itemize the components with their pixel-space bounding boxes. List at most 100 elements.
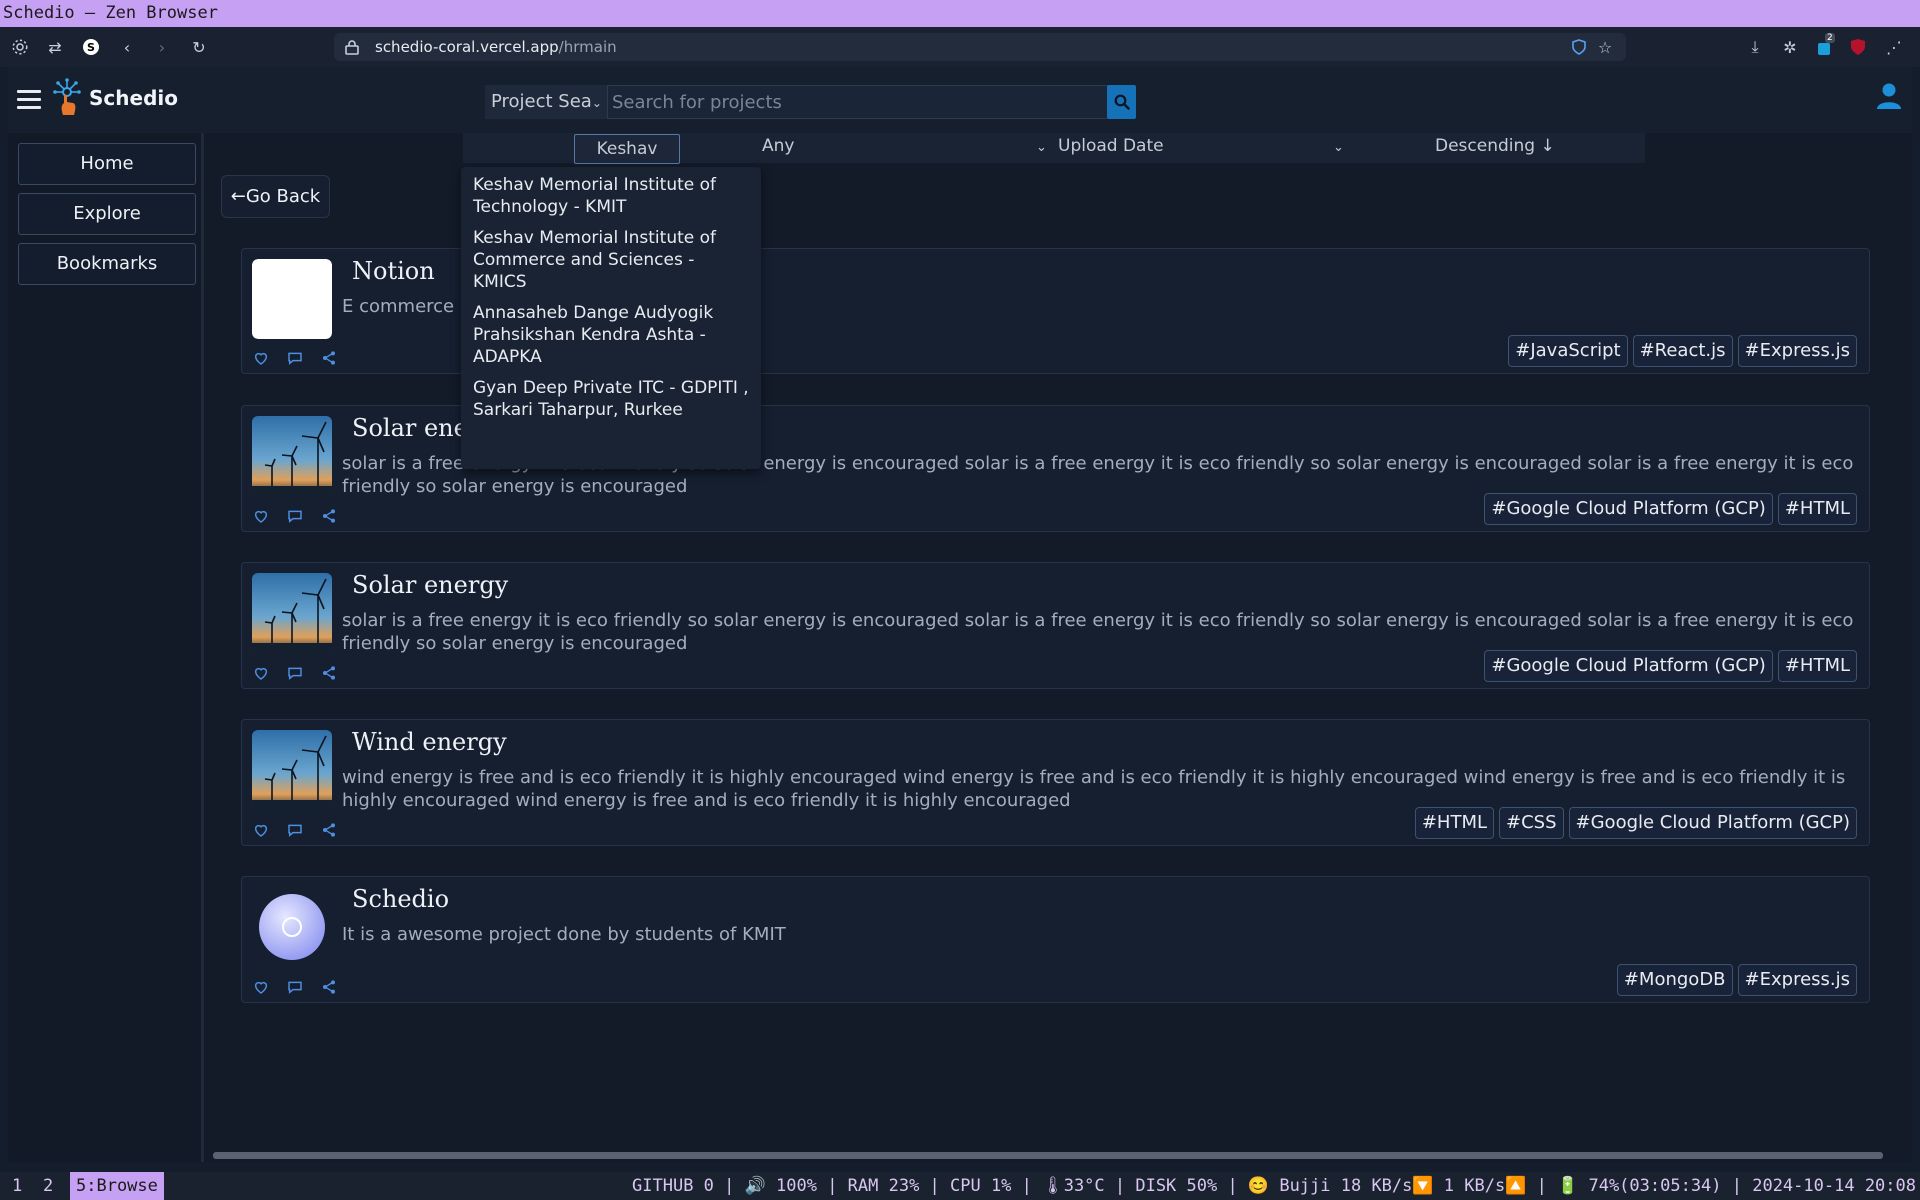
project-actions: [250, 505, 340, 527]
tag-chip[interactable]: #CSS: [1499, 807, 1564, 839]
chevron-down-icon: ⌄: [591, 96, 602, 110]
site-favicon-icon[interactable]: S: [79, 35, 103, 59]
project-title[interactable]: Notion: [352, 257, 435, 285]
sort-by-select[interactable]: Upload Date: [1058, 136, 1164, 156]
tag-chip[interactable]: #Google Cloud Platform (GCP): [1484, 493, 1773, 525]
project-thumbnail[interactable]: [252, 887, 332, 967]
url-host: schedio-coral.vercel.app: [375, 38, 559, 56]
tag-chip[interactable]: #Google Cloud Platform (GCP): [1568, 807, 1857, 839]
go-back-button[interactable]: ←Go Back: [221, 175, 330, 218]
search-scope-label: Project Sea: [491, 91, 592, 112]
project-tags: #Google Cloud Platform (GCP) #HTML: [1484, 650, 1857, 682]
system-info: GITHUB 0 | 🔊 100% | RAM 23% | CPU 1% | 🌡…: [632, 1176, 1916, 1196]
project-tags: #Google Cloud Platform (GCP) #HTML: [1484, 493, 1857, 525]
workspace-1[interactable]: 1: [6, 1172, 28, 1200]
ublock-icon[interactable]: [1846, 35, 1870, 59]
comment-icon[interactable]: [284, 976, 306, 998]
comment-icon[interactable]: [284, 819, 306, 841]
tag-chip[interactable]: #JavaScript: [1508, 335, 1628, 367]
project-card[interactable]: Schedio It is a awesome project done by s…: [241, 876, 1870, 1003]
forward-icon[interactable]: ›: [150, 35, 174, 59]
college-suggestions-dropdown: Keshav Memorial Institute of Technology …: [461, 167, 761, 469]
extensions-icon[interactable]: ✲: [1778, 35, 1802, 59]
tag-chip[interactable]: #Express.js: [1737, 964, 1857, 996]
settings-icon[interactable]: [8, 35, 32, 59]
comment-icon[interactable]: [284, 505, 306, 527]
tag-chip[interactable]: #MongoDB: [1616, 964, 1733, 996]
download-icon[interactable]: ⤓: [1743, 35, 1767, 59]
share-icon[interactable]: [318, 505, 340, 527]
suggestion-item[interactable]: Gyan Deep Private ITC - GDPITI , Sarkari…: [461, 374, 761, 427]
reload-icon[interactable]: ↻: [187, 35, 211, 59]
url-path: /hrmain: [558, 38, 617, 56]
like-icon[interactable]: [250, 819, 272, 841]
schedio-logo-icon[interactable]: [49, 77, 85, 117]
tag-chip[interactable]: #HTML: [1414, 807, 1495, 839]
project-actions: [250, 819, 340, 841]
sidebar: [8, 133, 204, 1162]
tag-chip[interactable]: #HTML: [1777, 493, 1857, 525]
search-button[interactable]: [1107, 85, 1136, 119]
share-icon[interactable]: [318, 662, 340, 684]
sidebar-item-home[interactable]: Home: [18, 143, 196, 185]
like-icon[interactable]: [250, 347, 272, 369]
project-title[interactable]: Solar energy: [352, 571, 508, 599]
project-thumbnail[interactable]: [252, 416, 332, 496]
project-description: solar is a free energy it is eco friendl…: [342, 610, 1854, 654]
comment-icon[interactable]: [284, 347, 306, 369]
project-description: It is a awesome project done by students…: [342, 924, 786, 945]
like-icon[interactable]: [250, 976, 272, 998]
user-avatar-icon[interactable]: [1876, 82, 1902, 110]
project-card[interactable]: Solar energy solar is a free energy it is…: [241, 562, 1870, 689]
college-filter-input[interactable]: Keshav: [574, 134, 680, 164]
menu-icon[interactable]: ⋰: [1882, 35, 1906, 59]
svg-text:S: S: [87, 41, 95, 54]
comment-icon[interactable]: [284, 662, 306, 684]
project-actions: [250, 662, 340, 684]
suggestion-item[interactable]: Keshav Memorial Institute of Commerce an…: [461, 224, 761, 299]
project-description: wind energy is free and is eco friendly …: [342, 767, 1846, 811]
suggestion-item[interactable]: Keshav Memorial Institute of Technology …: [461, 171, 761, 224]
sync-icon[interactable]: ⇄: [43, 35, 67, 59]
back-icon[interactable]: ‹: [115, 35, 139, 59]
project-tags: #JavaScript #React.js #Express.js: [1508, 335, 1857, 367]
project-thumbnail[interactable]: [252, 573, 332, 653]
project-actions: [250, 347, 340, 369]
share-icon[interactable]: [318, 819, 340, 841]
project-thumbnail[interactable]: [252, 730, 332, 810]
project-title[interactable]: Schedio: [352, 885, 449, 913]
domain-filter[interactable]: Any: [762, 136, 794, 156]
share-icon[interactable]: [318, 976, 340, 998]
like-icon[interactable]: [250, 505, 272, 527]
hamburger-menu-icon[interactable]: [17, 90, 41, 110]
chevron-down-icon[interactable]: ⌄: [1333, 140, 1344, 155]
horizontal-scrollbar[interactable]: [213, 1152, 1883, 1159]
like-icon[interactable]: [250, 662, 272, 684]
project-card[interactable]: Wind energy wind energy is free and is ec…: [241, 719, 1870, 846]
sidebar-item-bookmarks[interactable]: Bookmarks: [18, 243, 196, 285]
window-title: Schedio — Zen Browser: [0, 0, 1920, 27]
chevron-down-icon[interactable]: ⌄: [1036, 140, 1047, 155]
lock-icon: [340, 35, 364, 59]
sidebar-item-explore[interactable]: Explore: [18, 193, 196, 235]
sort-order-toggle[interactable]: Descending ↓: [1435, 136, 1555, 156]
share-icon[interactable]: [318, 347, 340, 369]
suggestion-item[interactable]: Annasaheb Dange Audyogik Prahsikshan Ken…: [461, 299, 761, 374]
tag-chip[interactable]: #Google Cloud Platform (GCP): [1484, 650, 1773, 682]
project-title[interactable]: Wind energy: [352, 728, 507, 756]
bookmark-star-icon[interactable]: ☆: [1593, 35, 1617, 59]
search-scope-select[interactable]: Project Sea⌄: [485, 85, 608, 119]
tag-chip[interactable]: #HTML: [1777, 650, 1857, 682]
tag-chip[interactable]: #Express.js: [1737, 335, 1857, 367]
system-statusbar: 1 2 5:Browse GITHUB 0 | 🔊 100% | RAM 23%…: [0, 1172, 1920, 1200]
url-text[interactable]: schedio-coral.vercel.app/hrmain: [375, 35, 617, 59]
extension-badge-count: 2: [1825, 33, 1835, 43]
project-actions: [250, 976, 340, 998]
brand-name[interactable]: Schedio: [89, 86, 178, 110]
shield-icon[interactable]: [1567, 35, 1591, 59]
workspace-2[interactable]: 2: [37, 1172, 59, 1200]
search-input[interactable]: [612, 86, 1105, 118]
tag-chip[interactable]: #React.js: [1632, 335, 1733, 367]
workspace-browse[interactable]: 5:Browse: [70, 1172, 164, 1200]
project-thumbnail[interactable]: [252, 259, 332, 339]
